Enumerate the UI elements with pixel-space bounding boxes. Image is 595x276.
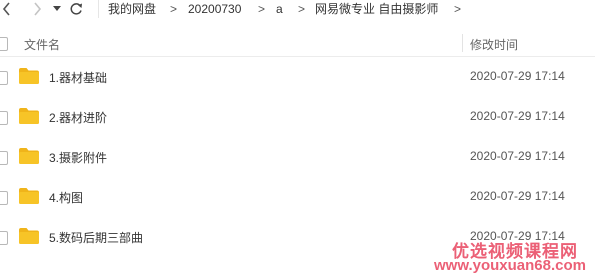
breadcrumb-separator: > (454, 2, 462, 16)
breadcrumb-separator: > (258, 2, 266, 16)
breadcrumb-separator: > (170, 2, 178, 16)
file-row[interactable]: 3.摄影附件 2020-07-29 17:14 (0, 138, 595, 178)
select-all-checkbox[interactable] (0, 37, 8, 51)
row-checkbox[interactable] (0, 231, 8, 245)
breadcrumb-separator: > (298, 2, 306, 16)
folder-icon (19, 68, 39, 84)
file-row[interactable]: 2.器材进阶 2020-07-29 17:14 (0, 98, 595, 138)
file-list-header: 文件名 修改时间 (0, 30, 595, 57)
file-modified-time: 2020-07-29 17:14 (470, 149, 565, 163)
refresh-button[interactable] (68, 1, 84, 17)
file-name[interactable]: 2.器材进阶 (49, 109, 107, 126)
file-modified-time: 2020-07-29 17:14 (470, 109, 565, 123)
chevron-left-icon (2, 2, 10, 16)
folder-icon (19, 148, 39, 164)
refresh-icon (70, 3, 82, 15)
file-name[interactable]: 1.器材基础 (49, 69, 107, 86)
row-checkbox[interactable] (0, 71, 8, 85)
folder-icon (19, 108, 39, 124)
file-name[interactable]: 4.构图 (49, 189, 83, 206)
row-checkbox[interactable] (0, 151, 8, 165)
file-name[interactable]: 3.摄影附件 (49, 149, 107, 166)
column-divider[interactable] (462, 34, 463, 52)
row-checkbox[interactable] (0, 191, 8, 205)
file-row[interactable]: 4.构图 2020-07-29 17:14 (0, 178, 595, 218)
file-row[interactable]: 1.器材基础 2020-07-29 17:14 (0, 58, 595, 98)
chevron-right-icon (34, 2, 42, 16)
file-modified-time: 2020-07-29 17:14 (470, 189, 565, 203)
folder-icon (19, 188, 39, 204)
column-header-name[interactable]: 文件名 (24, 36, 60, 53)
caret-down-icon (53, 6, 61, 11)
breadcrumb-20200730[interactable]: 20200730 (188, 1, 241, 17)
watermark: 优选视频课程网 www.youxuan68.com (428, 233, 595, 276)
row-checkbox[interactable] (0, 111, 8, 125)
watermark-url: www.youxuan68.com (434, 257, 586, 274)
breadcrumb-current-folder[interactable]: 网易微专业 自由摄影师 (315, 1, 438, 17)
forward-button[interactable] (30, 1, 44, 17)
breadcrumb-my-drive[interactable]: 我的网盘 (108, 1, 156, 17)
column-header-modified[interactable]: 修改时间 (470, 36, 518, 53)
toolbar: 我的网盘 > 20200730 > a > 网易微专业 自由摄影师 > (0, 0, 595, 18)
back-button[interactable] (0, 1, 14, 17)
file-name[interactable]: 5.数码后期三部曲 (49, 229, 143, 246)
breadcrumb-a[interactable]: a (276, 1, 283, 17)
file-modified-time: 2020-07-29 17:14 (470, 69, 565, 83)
folder-icon (19, 228, 39, 244)
toolbar-divider (98, 0, 99, 18)
history-dropdown-button[interactable] (52, 1, 62, 17)
